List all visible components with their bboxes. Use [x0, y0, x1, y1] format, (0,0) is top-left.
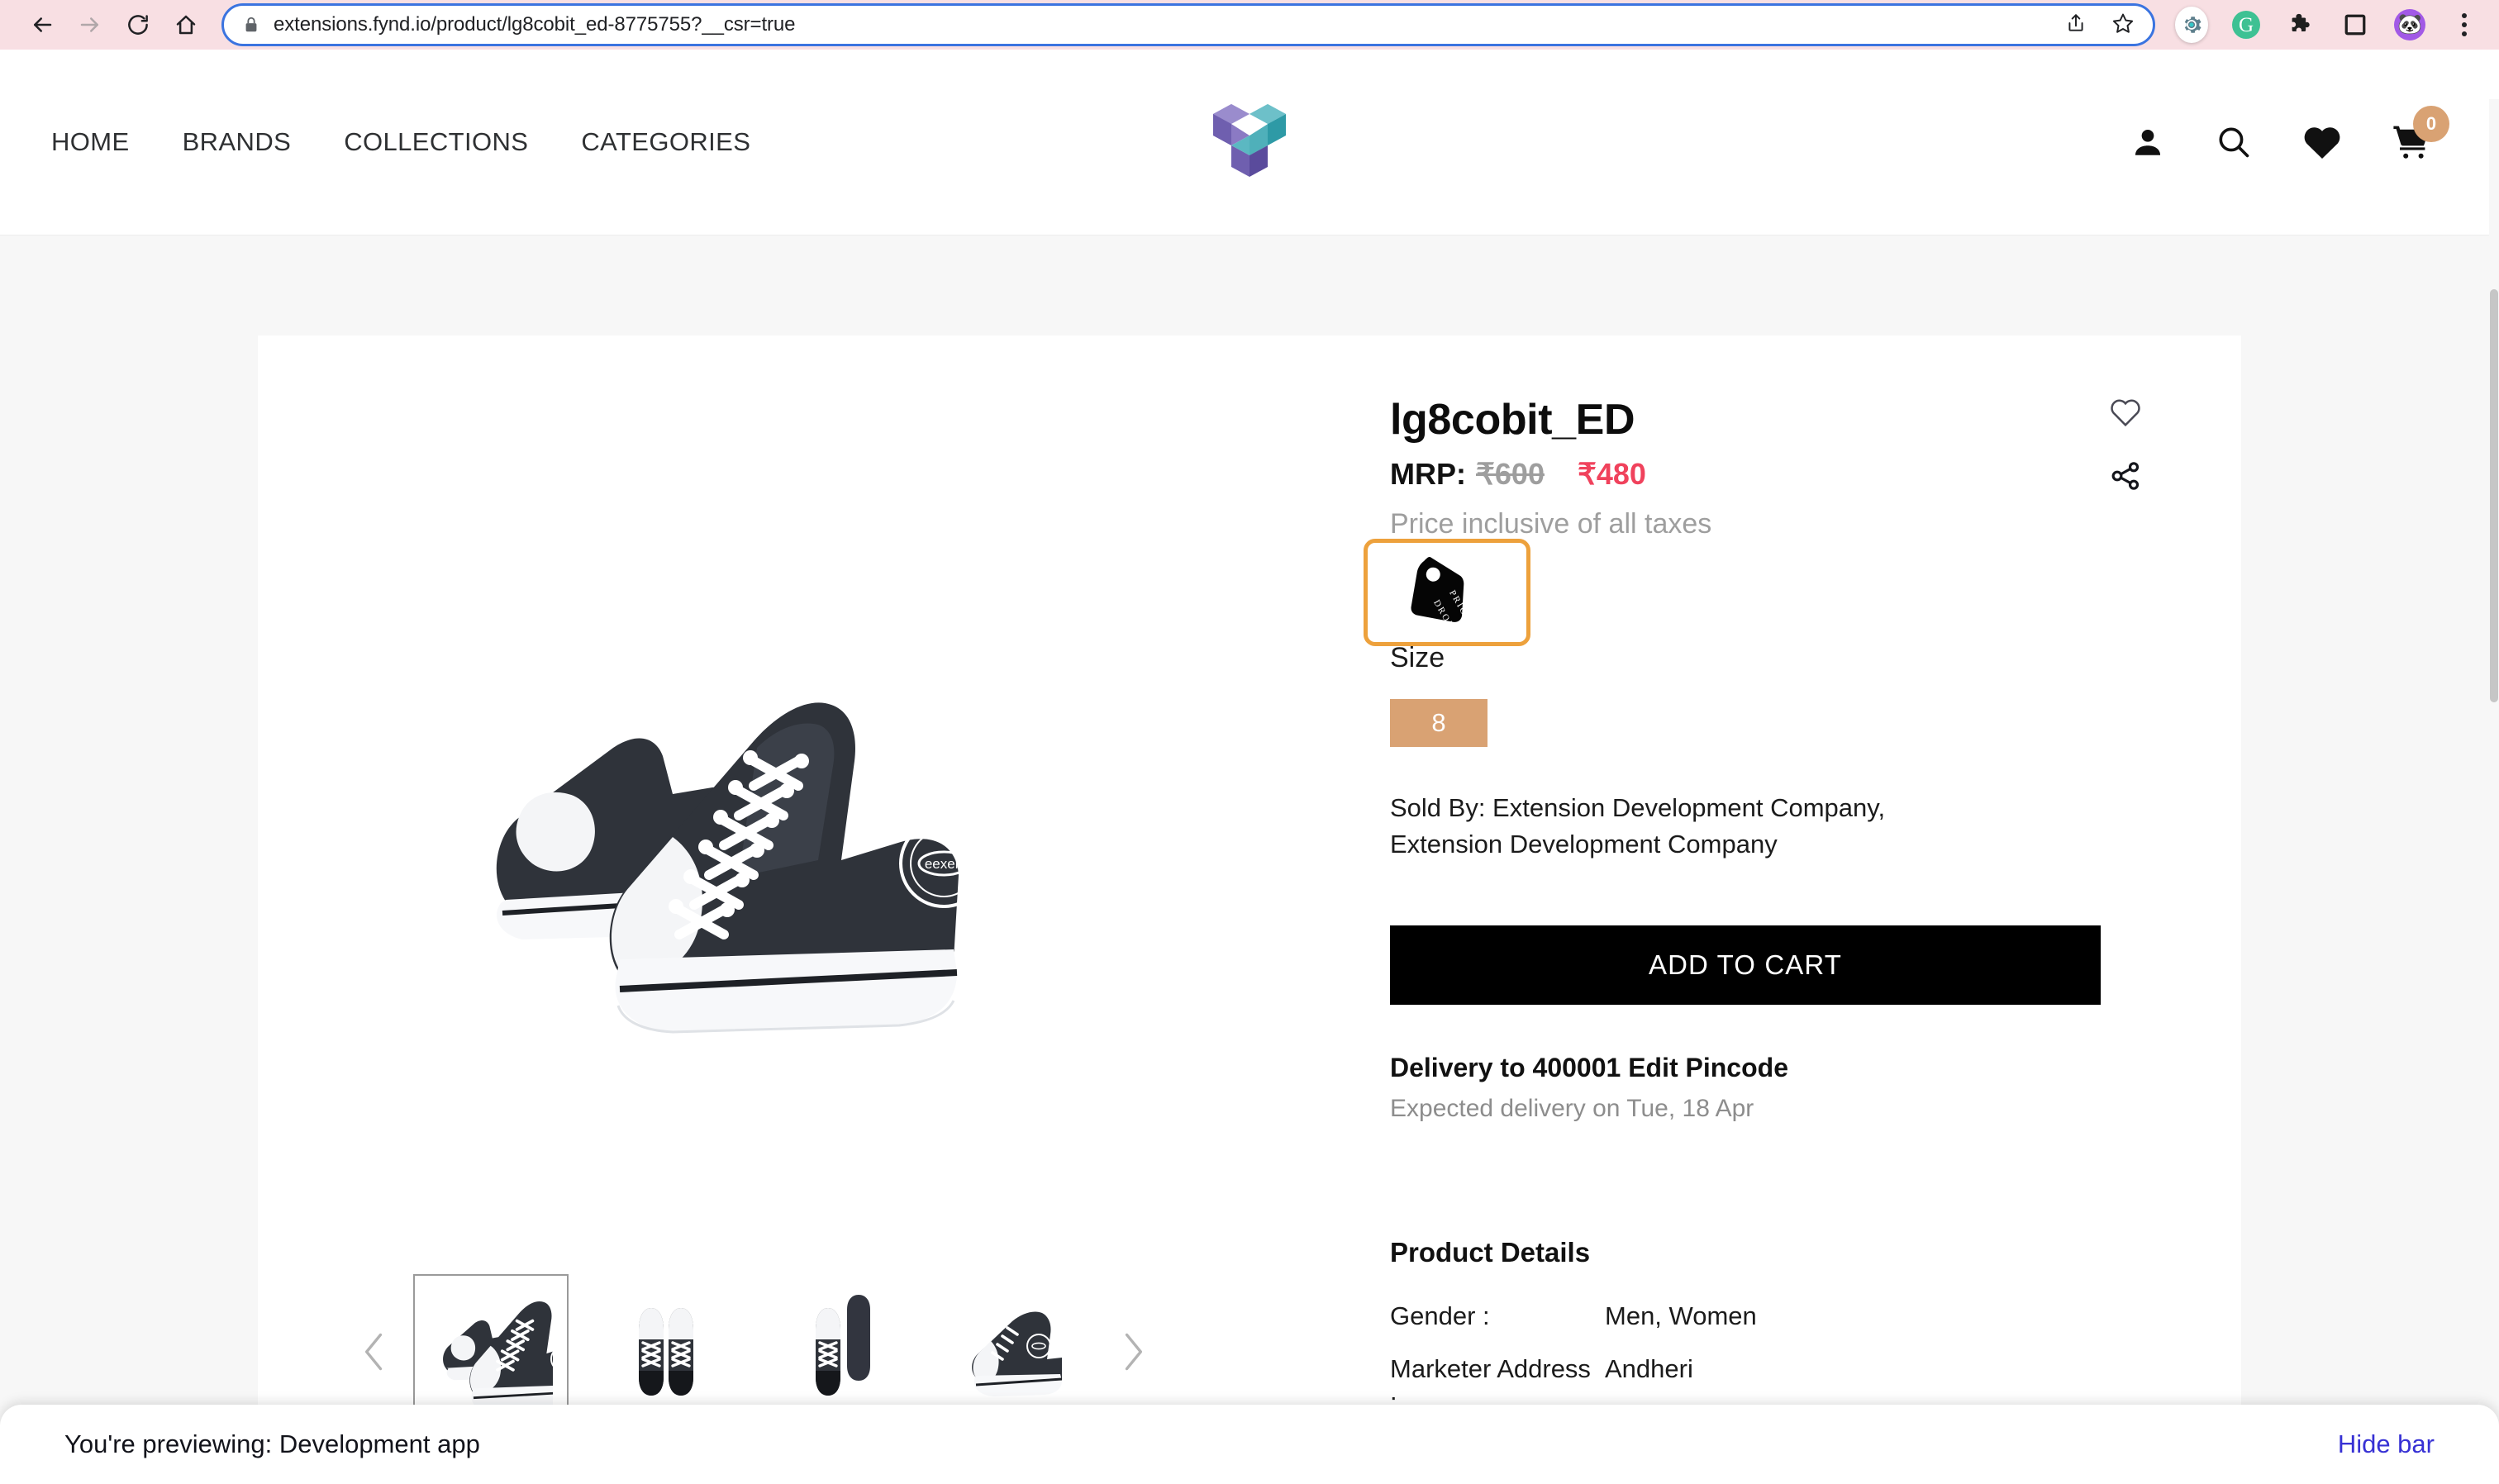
- cart-icon[interactable]: 0: [2392, 106, 2449, 160]
- price-drop-area: PRICE DROP: [1364, 539, 1555, 647]
- size-label: Size: [1390, 642, 1445, 674]
- edit-pincode-link[interactable]: Edit Pincode: [1628, 1053, 1788, 1082]
- page-scrollbar-thumb[interactable]: [2490, 289, 2498, 702]
- hide-bar-link[interactable]: Hide bar: [2338, 1429, 2435, 1459]
- nav-item-categories[interactable]: CATEGORIES: [555, 127, 777, 157]
- page-viewport: HOME BRANDS COLLECTIONS CATEGORIES 0 eex…: [0, 50, 2499, 1484]
- tax-note: Price inclusive of all taxes: [1390, 508, 1712, 540]
- reload-button[interactable]: [114, 1, 162, 49]
- current-price: ₹480: [1577, 457, 1646, 492]
- share-network-icon[interactable]: [2109, 459, 2142, 492]
- back-button[interactable]: [18, 1, 66, 49]
- delivery-pincode-text: Delivery to 400001: [1390, 1053, 1621, 1083]
- home-button[interactable]: [162, 1, 210, 49]
- delivery-line: Delivery to 400001 Edit Pincode: [1390, 1053, 2241, 1083]
- expected-delivery-text: Expected delivery on Tue, 18 Apr: [1390, 1095, 1754, 1123]
- product-title: lg8cobit_ED: [1390, 396, 1635, 444]
- profile-avatar-icon[interactable]: 🐼: [2393, 8, 2426, 41]
- lock-icon: [242, 15, 260, 35]
- mrp-struck-price: ₹600: [1476, 457, 1545, 492]
- hero-image[interactable]: eexen: [258, 335, 1250, 1269]
- forward-button[interactable]: [66, 1, 114, 49]
- nav-item-brands[interactable]: BRANDS: [156, 127, 318, 157]
- grammarly-glyph: G: [2232, 11, 2260, 39]
- preview-bar: You're previewing: Development app Hide …: [0, 1405, 2499, 1484]
- product-gallery: eexen: [258, 335, 1250, 1484]
- nav-item-collections[interactable]: COLLECTIONS: [317, 127, 555, 157]
- browser-toolbar: extensions.fynd.io/product/lg8cobit_ed-8…: [0, 0, 2499, 50]
- spec-key: Gender :: [1390, 1301, 1490, 1331]
- product-details-heading: Product Details: [1390, 1237, 1591, 1268]
- price-drop-tag-icon[interactable]: PRICE DROP: [1390, 549, 1555, 637]
- gear-extension-icon[interactable]: [2175, 7, 2208, 43]
- address-bar[interactable]: extensions.fynd.io/product/lg8cobit_ed-8…: [221, 3, 2155, 46]
- add-to-cart-button[interactable]: ADD TO CART: [1390, 925, 2101, 1006]
- wishlist-outline-icon[interactable]: [2109, 397, 2142, 428]
- size-chip-8[interactable]: 8: [1390, 699, 1488, 748]
- sold-by-text: Sold By: Extension Development Company, …: [1390, 793, 1886, 859]
- product-side-actions: [2109, 397, 2142, 492]
- account-icon[interactable]: [2130, 125, 2165, 159]
- product-details-pane: lg8cobit_ED MRP: ₹600 ₹480 Price inclusi…: [1250, 335, 2241, 1484]
- spec-value: Men, Women: [1605, 1301, 1757, 1331]
- size-selector: 8: [1390, 699, 2241, 748]
- nav-item-home[interactable]: HOME: [51, 127, 156, 157]
- brand-logo-icon[interactable]: [1207, 101, 1292, 183]
- preview-message: You're previewing: Development app: [64, 1429, 480, 1458]
- side-panel-icon[interactable]: [2339, 8, 2372, 41]
- search-icon[interactable]: [2215, 123, 2253, 161]
- svg-text:eexen: eexen: [925, 856, 963, 872]
- site-header: HOME BRANDS COLLECTIONS CATEGORIES 0: [0, 50, 2499, 235]
- main-navigation: HOME BRANDS COLLECTIONS CATEGORIES: [51, 127, 777, 157]
- extension-icons: G 🐼: [2163, 7, 2481, 43]
- grammarly-extension-icon[interactable]: G: [2230, 8, 2263, 41]
- mrp-label: MRP:: [1390, 457, 1466, 492]
- url-text: extensions.fynd.io/product/lg8cobit_ed-8…: [274, 13, 796, 36]
- cart-count-badge: 0: [2413, 106, 2449, 142]
- spec-row-gender: Gender : Men, Women: [1390, 1290, 1968, 1343]
- gallery-prev-icon[interactable]: [345, 1323, 403, 1381]
- product-card: eexen lg8cobit_ED MRP: ₹600 ₹480 Price i…: [258, 335, 2241, 1484]
- wishlist-heart-icon[interactable]: [2302, 124, 2342, 160]
- panda-avatar-glyph: 🐼: [2394, 9, 2425, 40]
- bookmark-star-icon[interactable]: [2111, 12, 2135, 39]
- gallery-next-icon[interactable]: [1104, 1323, 1162, 1381]
- chrome-menu-icon[interactable]: [2448, 8, 2481, 41]
- header-actions: 0: [2130, 106, 2449, 161]
- page-scrollbar-track[interactable]: [2489, 99, 2499, 1484]
- share-icon[interactable]: [2065, 12, 2087, 39]
- puzzle-extension-icon[interactable]: [2284, 8, 2317, 41]
